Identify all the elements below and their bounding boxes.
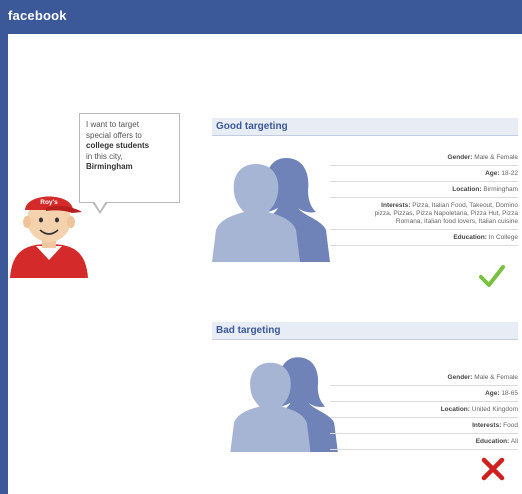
attribute-row: Education: All bbox=[330, 434, 518, 450]
cross-icon bbox=[481, 457, 505, 481]
bubble-emphasis: Birmingham bbox=[86, 162, 133, 171]
bad-targeting-attributes: Gender: Male & Female Age: 18-65 Locatio… bbox=[330, 370, 518, 450]
attribute-row: Location: Birmingham bbox=[330, 182, 518, 198]
good-targeting-attributes: Gender: Male & Female Age: 18-22 Locatio… bbox=[330, 150, 518, 246]
top-bar: facebook bbox=[0, 0, 522, 34]
bad-targeting-header: Bad targeting bbox=[212, 322, 518, 340]
attribute-row: Age: 18-22 bbox=[330, 166, 518, 182]
attribute-row: Interests: Pizza, Italian Food, Takeout,… bbox=[330, 198, 518, 230]
mascot-cap-label: Roy's bbox=[40, 199, 58, 206]
bubble-line: in this city, bbox=[86, 151, 123, 161]
bubble-line: special offers to bbox=[86, 130, 142, 140]
attribute-row: Age: 18-65 bbox=[330, 386, 518, 402]
bubble-emphasis: college students bbox=[86, 141, 150, 150]
audience-silhouette-icon bbox=[212, 158, 330, 262]
attribute-row: Gender: Male & Female bbox=[330, 150, 518, 166]
attribute-row: Education: In College bbox=[330, 230, 518, 246]
good-targeting-header: Good targeting bbox=[212, 118, 518, 136]
attribute-row: Interests: Food bbox=[330, 418, 518, 434]
checkmark-icon bbox=[479, 265, 505, 287]
bubble-line: I want to target bbox=[86, 120, 139, 129]
attribute-row: Gender: Male & Female bbox=[330, 370, 518, 386]
bubble-tail-fill bbox=[94, 201, 106, 211]
audience-silhouette-icon bbox=[230, 357, 338, 452]
speech-bubble: I want to target special offers to colle… bbox=[79, 113, 180, 203]
mascot-illustration: Roy's bbox=[10, 196, 88, 278]
facebook-logo[interactable]: facebook bbox=[8, 8, 67, 23]
attribute-row: Location: United Kingdom bbox=[330, 402, 518, 418]
